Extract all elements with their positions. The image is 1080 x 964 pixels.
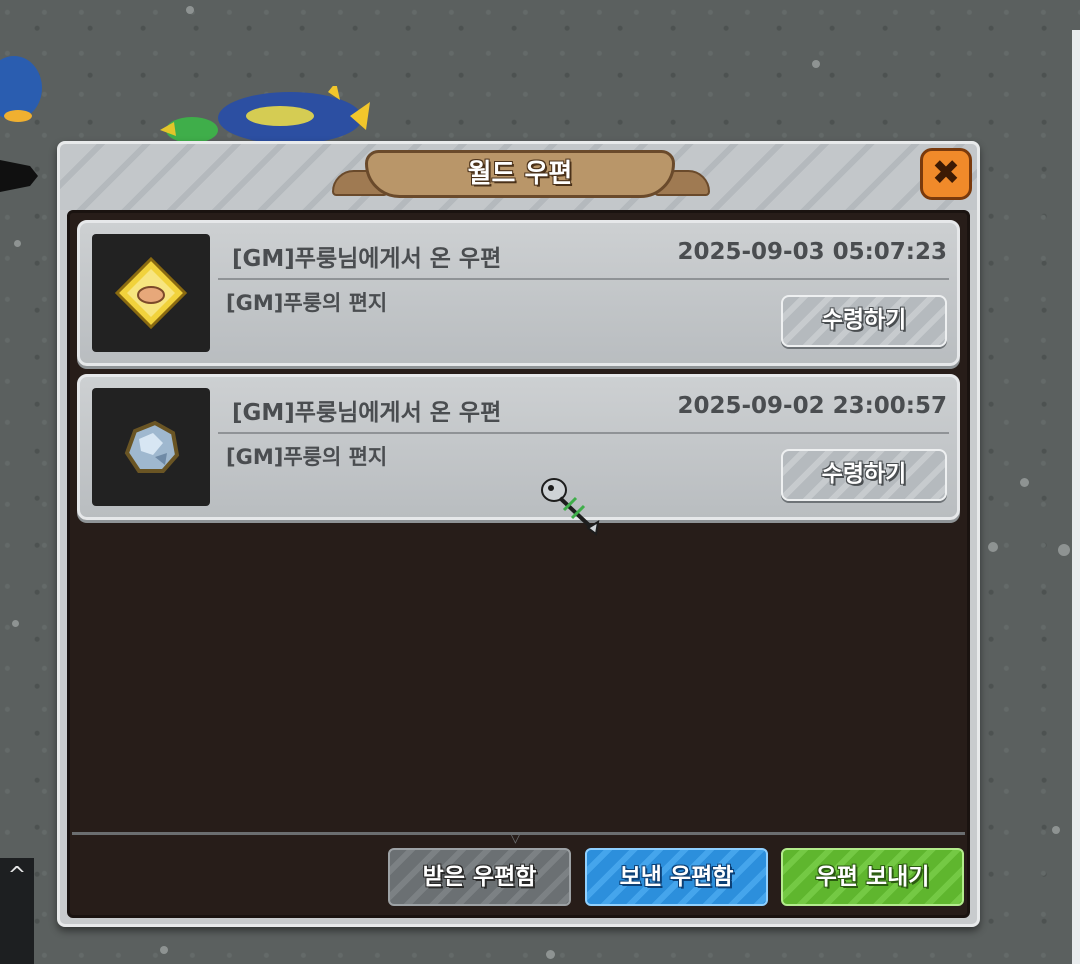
claim-button[interactable]: 수령하기 bbox=[781, 295, 947, 347]
mail-subject: [GM]푸룽의 편지 bbox=[226, 445, 388, 469]
mail-sender: [GM]푸룽님에게서 온 우편 bbox=[232, 246, 502, 272]
pebble bbox=[12, 620, 19, 627]
mail-item: [GM]푸룽님에게서 온 우편 2025-09-03 05:07:23 [GM]… bbox=[77, 220, 960, 366]
pebble bbox=[812, 60, 820, 68]
fishbone-cursor-icon bbox=[541, 478, 600, 536]
pebble bbox=[1052, 826, 1060, 834]
blue-whale-creature bbox=[218, 86, 370, 144]
mail-sender: [GM]푸룽님에게서 온 우편 bbox=[232, 400, 502, 426]
mail-date: 2025-09-02 23:00:57 bbox=[677, 393, 947, 419]
mail-subject: [GM]푸룽의 편지 bbox=[226, 291, 388, 315]
window-title: 월드 우편 bbox=[365, 150, 675, 198]
pebble bbox=[546, 950, 555, 959]
mail-divider bbox=[218, 278, 949, 280]
mail-item-thumbnail bbox=[92, 234, 210, 352]
send-mail-button[interactable]: 우편 보내기 bbox=[781, 848, 964, 906]
mail-item: [GM]푸룽님에게서 온 우편 2025-09-02 23:00:57 [GM]… bbox=[77, 374, 960, 520]
screen-edge-bar bbox=[1072, 30, 1080, 964]
pebble bbox=[1020, 478, 1029, 487]
world-mail-window: 월드 우편 ✖ [GM]푸룽님에게서 온 우편 2025-09-03 05:07… bbox=[57, 141, 980, 927]
footer-notch-icon: ▽ bbox=[510, 830, 521, 846]
gold-ticket-icon bbox=[114, 256, 188, 330]
pebble bbox=[160, 946, 168, 954]
pebble bbox=[186, 6, 194, 14]
sent-mailbox-tab[interactable]: 보낸 우편함 bbox=[585, 848, 768, 906]
mail-item-thumbnail bbox=[92, 388, 210, 506]
mail-divider bbox=[218, 432, 949, 434]
chevron-up-icon: ^ bbox=[7, 863, 27, 888]
received-mailbox-tab[interactable]: 받은 우편함 bbox=[388, 848, 571, 906]
black-creature-partial bbox=[0, 160, 38, 192]
pebble bbox=[14, 240, 21, 247]
mail-list[interactable]: [GM]푸룽님에게서 온 우편 2025-09-03 05:07:23 [GM]… bbox=[67, 210, 970, 918]
pebble bbox=[988, 542, 998, 552]
blue-creature-partial bbox=[0, 56, 42, 122]
close-icon: ✖ bbox=[931, 153, 961, 193]
scroll-up-button[interactable]: ^ bbox=[0, 858, 34, 964]
close-button[interactable]: ✖ bbox=[920, 148, 972, 200]
crystal-ore-icon bbox=[124, 420, 180, 473]
claim-button[interactable]: 수령하기 bbox=[781, 449, 947, 501]
mail-date: 2025-09-03 05:07:23 bbox=[677, 239, 947, 265]
pebble bbox=[1058, 544, 1070, 556]
